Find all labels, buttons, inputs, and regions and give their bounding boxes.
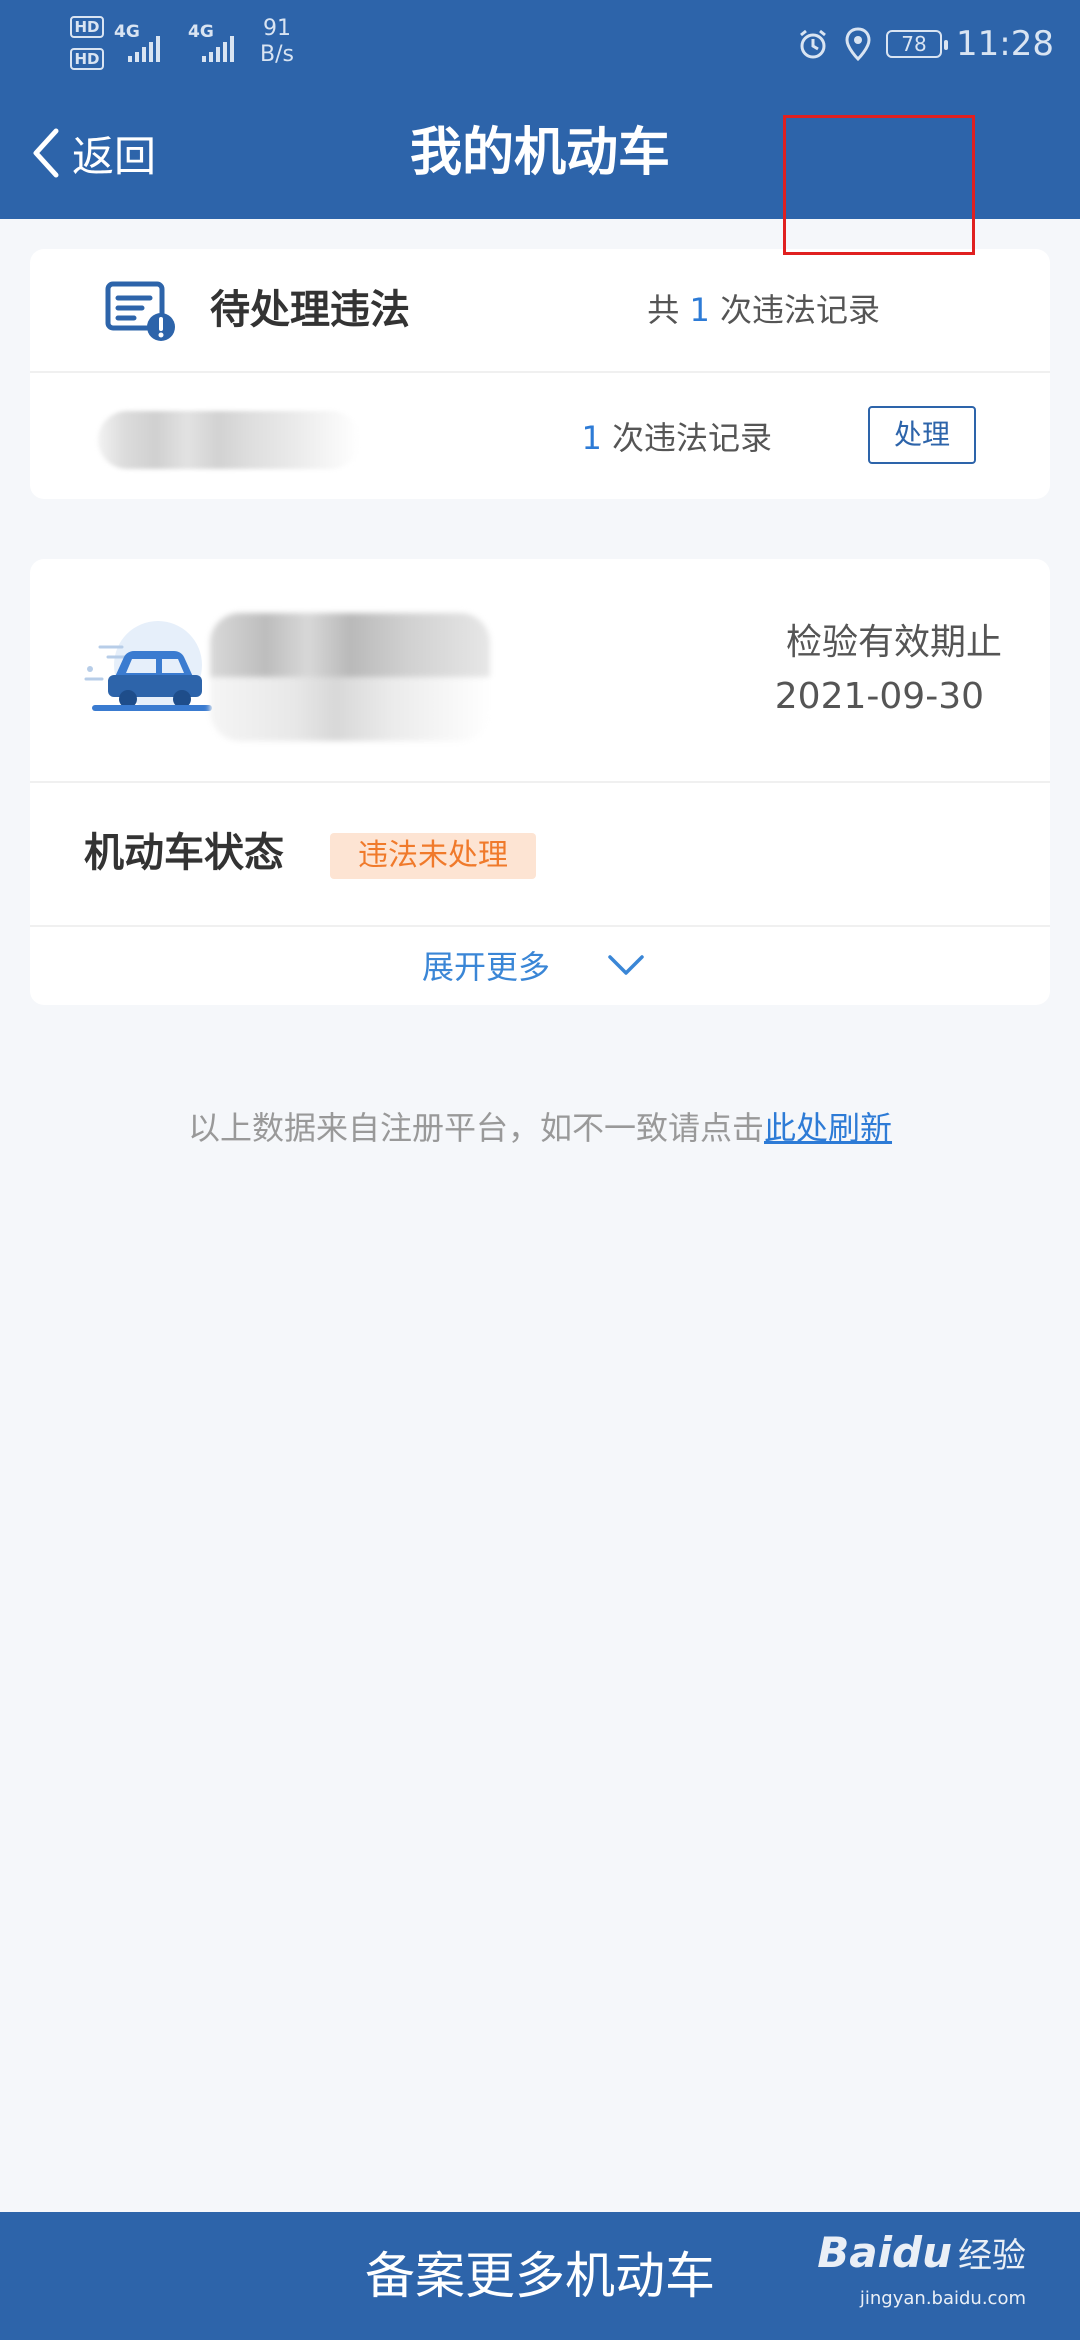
status-left: HD HD 4G 4G 91 B/s	[70, 16, 310, 76]
pending-violations-title: 待处理违法	[210, 287, 410, 333]
item-count: 1	[581, 419, 602, 457]
item-suffix: 次违法记录	[601, 419, 772, 457]
blurred-plate-number	[98, 411, 360, 469]
vehicle-status-label: 机动车状态	[84, 830, 284, 876]
violation-ticket-icon	[105, 281, 175, 341]
status-right: 78 11:28	[796, 20, 1054, 68]
total-suffix: 次违法记录	[709, 291, 880, 329]
refresh-link[interactable]: 此处刷新	[764, 1109, 892, 1147]
blurred-vehicle-info	[210, 613, 490, 741]
watermark-cn: 经验	[958, 2236, 1026, 2276]
network-speed: 91 B/s	[260, 16, 294, 68]
signal-bars-2-icon	[202, 32, 234, 62]
total-count: 1	[689, 291, 710, 329]
expand-more-label: 展开更多	[422, 948, 551, 986]
network-speed-unit: B/s	[260, 42, 294, 67]
battery-icon: 78	[886, 30, 949, 58]
signal-bars-1-icon	[128, 32, 160, 62]
total-violations-text: 共 1 次违法记录	[647, 287, 880, 333]
car-icon	[84, 621, 212, 711]
alarm-icon	[800, 29, 826, 59]
data-source-text: 以上数据来自注册平台，如不一致请点击	[187, 1109, 764, 1147]
status-time: 11:28	[956, 24, 1054, 64]
network-speed-value: 91	[262, 16, 291, 41]
handle-button[interactable]: 处理	[868, 406, 976, 464]
highlight-box	[783, 115, 975, 255]
location-icon	[845, 27, 871, 61]
inspection-validity-date: 2021-09-30	[774, 676, 984, 717]
inspection-validity-label: 检验有效期止	[785, 622, 1002, 663]
baidu-watermark: Baidu 经验 jingyan.baidu.com	[817, 2228, 1026, 2309]
watermark-brand: Baidu	[817, 2228, 952, 2277]
pending-header-row: 待处理违法 共 1 次违法记录	[30, 249, 1050, 373]
hd-badge-2: HD	[70, 48, 104, 70]
vehicle-card: 检验有效期止 2021-09-30 机动车状态 违法未处理 展开更多	[30, 559, 1050, 1005]
total-prefix: 共	[647, 291, 690, 329]
watermark-url: jingyan.baidu.com	[859, 2288, 1026, 2309]
divider	[30, 781, 1050, 783]
chevron-down-icon	[608, 955, 644, 975]
vehicle-violation-count: 1 次违法记录	[581, 413, 772, 463]
divider	[30, 925, 1050, 927]
hd-badge-1: HD	[70, 16, 104, 38]
data-source-note: 以上数据来自注册平台，如不一致请点击此处刷新	[0, 1106, 1080, 1150]
status-badge: 违法未处理	[330, 833, 536, 879]
status-bar: HD HD 4G 4G 91 B/s 78 11:28	[0, 0, 1080, 88]
expand-more-button[interactable]: 展开更多	[422, 929, 646, 1001]
